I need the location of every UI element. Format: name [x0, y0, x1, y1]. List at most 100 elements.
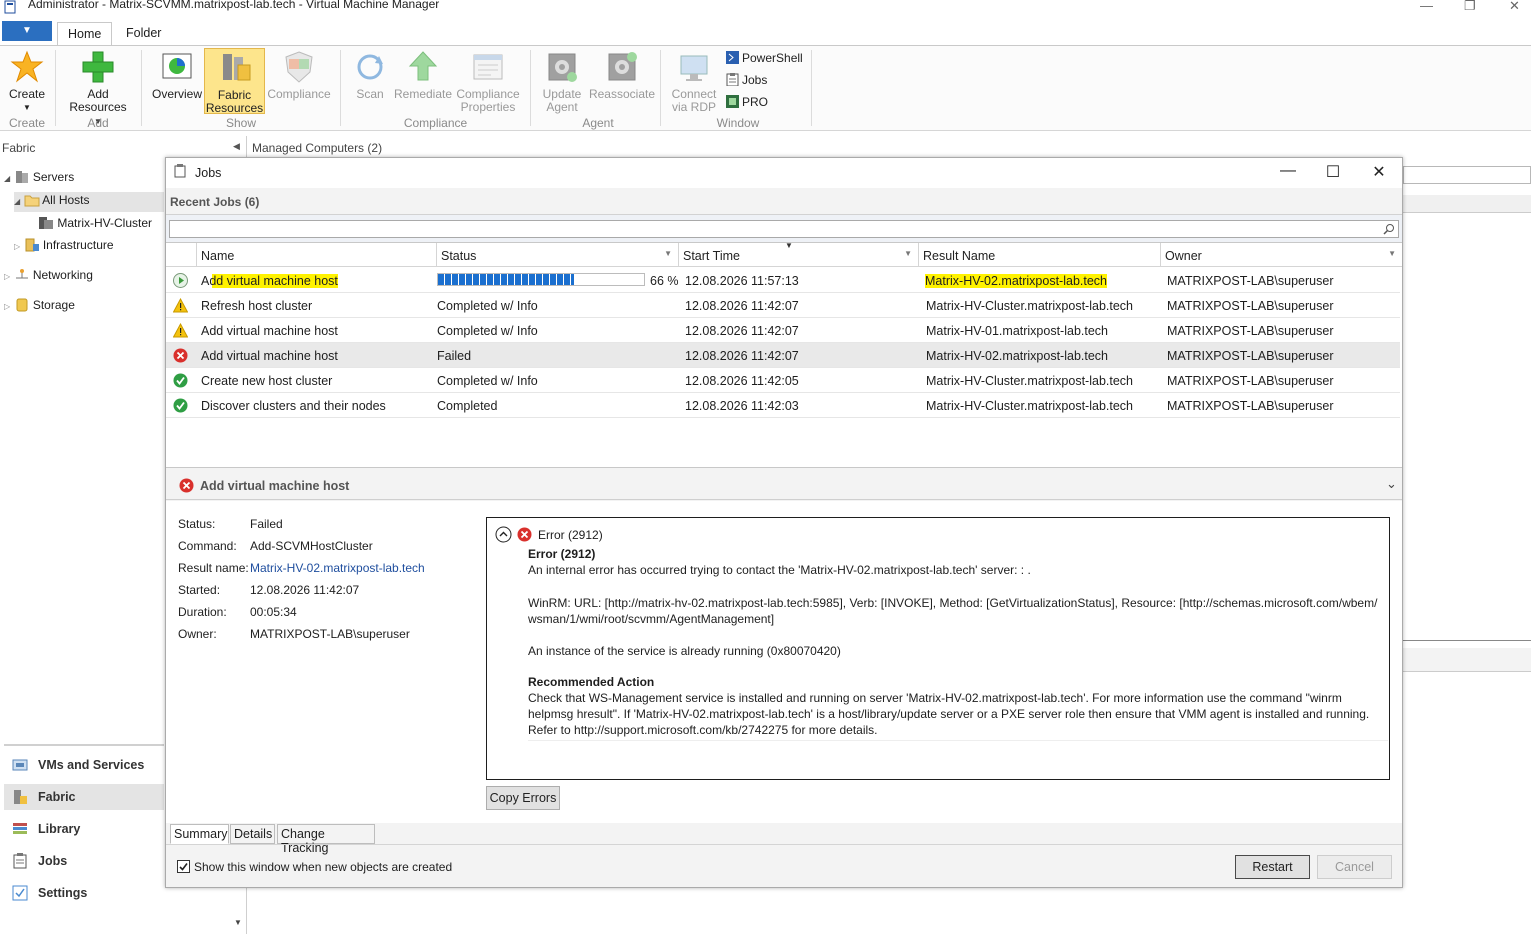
- update-agent-button[interactable]: Update Agent: [540, 50, 584, 114]
- folder-icon: [24, 195, 39, 207]
- detail-header[interactable]: Add virtual machine host ⌄: [166, 470, 1402, 500]
- tree-collapse-icon[interactable]: ▷: [4, 272, 10, 281]
- remediate-button[interactable]: Remediate: [394, 50, 452, 101]
- tab-folder[interactable]: Folder: [116, 22, 171, 46]
- compliance-properties-button[interactable]: Compliance Properties: [455, 50, 521, 114]
- show-window-option[interactable]: Show this window when new objects are cr…: [177, 860, 452, 874]
- column-status-icon[interactable]: [166, 243, 197, 267]
- connect-rdp-button[interactable]: Connect via RDP: [668, 50, 720, 114]
- tree-collapse-icon[interactable]: ▷: [14, 242, 20, 251]
- nav-vms-and-services[interactable]: VMs and Services: [4, 752, 164, 778]
- copy-errors-button[interactable]: Copy Errors: [486, 786, 560, 810]
- overview-button[interactable]: Overview: [150, 50, 204, 101]
- reassociate-gear-icon: [605, 50, 639, 84]
- filter-dropdown-icon[interactable]: ▼: [1388, 249, 1396, 258]
- nav-library[interactable]: Library: [4, 816, 164, 842]
- show-window-checkbox[interactable]: [177, 860, 190, 873]
- tab-details[interactable]: Details: [230, 824, 275, 844]
- nav-label-jobs: Jobs: [38, 854, 68, 868]
- tree-item-networking[interactable]: ▷ Networking: [4, 268, 93, 282]
- column-header-start-time[interactable]: Start Time ▼ ▼: [679, 241, 919, 267]
- detail-result-link[interactable]: Matrix-HV-02.matrixpost-lab.tech: [250, 561, 425, 575]
- compliance-button[interactable]: Compliance: [266, 50, 332, 101]
- column-header-name[interactable]: Name: [197, 243, 437, 267]
- minimize-icon[interactable]: —: [1420, 0, 1433, 13]
- cell-owner: MATRIXPOST-LAB\superuser: [1167, 324, 1334, 338]
- table-row[interactable]: Add virtual machine host Failed 12.08.20…: [166, 343, 1400, 368]
- success-check-icon: [173, 373, 188, 388]
- table-row[interactable]: Create new host cluster Completed w/ Inf…: [166, 368, 1400, 393]
- nav-fabric[interactable]: Fabric: [4, 784, 164, 810]
- tree-item-cluster[interactable]: Matrix-HV-Cluster: [38, 216, 152, 230]
- tree-item-storage[interactable]: ▷ Storage: [4, 298, 75, 312]
- nav-jobs[interactable]: Jobs: [4, 848, 164, 874]
- tab-change-tracking[interactable]: Change Tracking: [277, 824, 375, 855]
- file-menu-button[interactable]: ▼: [2, 21, 52, 41]
- window-title: Administrator - Matrix-SCVMM.matrixpost-…: [28, 0, 440, 11]
- create-button[interactable]: Create ▼: [6, 50, 48, 114]
- detail-command-value: Add-SCVMHostCluster: [250, 539, 373, 553]
- table-row[interactable]: Add virtual machine host 66 % 12.08.2026…: [166, 268, 1400, 293]
- cell-result-name: Matrix-HV-Cluster.matrixpost-lab.tech: [926, 299, 1134, 313]
- tree-item-all-hosts[interactable]: ◢ All Hosts: [14, 192, 164, 212]
- table-row[interactable]: Refresh host cluster Completed w/ Info 1…: [166, 293, 1400, 318]
- main-grid-header: [1403, 195, 1531, 213]
- pane-header: Fabric ◀: [0, 136, 246, 158]
- cell-name: Add virtual machine host: [201, 324, 338, 338]
- fabric-resources-button[interactable]: Fabric Resources: [204, 48, 265, 115]
- jobs-clipboard-icon: [13, 853, 27, 869]
- powershell-button[interactable]: PowerShell: [726, 51, 803, 65]
- jobs-button[interactable]: Jobs: [726, 73, 767, 87]
- group-window-label: Window: [716, 116, 760, 130]
- overview-icon: [160, 50, 194, 84]
- tree-expand-icon[interactable]: ◢: [14, 197, 20, 206]
- group-add-label: Add: [87, 116, 109, 130]
- detail-duration-value: 00:05:34: [250, 605, 297, 619]
- cell-result-name: Matrix-HV-02.matrixpost-lab.tech: [925, 274, 1108, 288]
- main-search-input[interactable]: [1403, 166, 1531, 184]
- collapse-pane-icon[interactable]: ◀: [233, 141, 240, 152]
- agent-gear-icon: [545, 50, 579, 84]
- table-row[interactable]: Add virtual machine host Completed w/ In…: [166, 318, 1400, 343]
- properties-icon: [471, 50, 505, 84]
- chevron-down-icon[interactable]: ⌄: [1386, 476, 1397, 492]
- nav-label-library: Library: [38, 822, 81, 836]
- tab-home[interactable]: Home: [57, 22, 113, 46]
- jobs-close-icon[interactable]: ✕: [1364, 162, 1394, 182]
- close-icon[interactable]: ✕: [1509, 0, 1520, 14]
- column-header-owner[interactable]: Owner ▼: [1161, 243, 1402, 267]
- tree-label-storage: Storage: [32, 298, 75, 312]
- column-header-status[interactable]: Status ▼: [437, 243, 679, 267]
- arrow-up-icon: [406, 50, 440, 84]
- nav-overflow-icon[interactable]: ▼: [234, 918, 242, 927]
- jobs-search-input[interactable]: [169, 220, 1399, 238]
- tree-expand-icon[interactable]: ◢: [4, 174, 10, 183]
- tree-collapse-icon[interactable]: ▷: [4, 302, 10, 311]
- cell-status: Completed w/ Info: [437, 374, 538, 388]
- tree-item-servers[interactable]: ◢ Servers: [4, 170, 74, 184]
- error-icon: [179, 478, 194, 493]
- tree-item-infrastructure[interactable]: ▷ Infrastructure: [14, 238, 114, 252]
- cell-result-name: Matrix-HV-Cluster.matrixpost-lab.tech: [926, 399, 1134, 413]
- group-create-label: Create: [8, 116, 46, 130]
- jobs-maximize-icon[interactable]: ☐: [1318, 162, 1348, 182]
- jobs-minimize-icon[interactable]: —: [1273, 162, 1303, 180]
- collapse-up-icon[interactable]: [495, 526, 512, 543]
- table-row[interactable]: Discover clusters and their nodes Comple…: [166, 393, 1400, 418]
- cancel-button[interactable]: Cancel: [1317, 855, 1392, 879]
- error-icon: [517, 527, 532, 542]
- reassociate-button[interactable]: Reassociate: [588, 50, 656, 101]
- restart-button[interactable]: Restart: [1235, 855, 1310, 879]
- tab-summary[interactable]: Summary: [170, 824, 229, 844]
- restore-icon[interactable]: ❐: [1464, 0, 1476, 14]
- scan-button[interactable]: Scan: [350, 50, 390, 101]
- cell-owner: MATRIXPOST-LAB\superuser: [1167, 274, 1334, 288]
- pro-button[interactable]: PRO: [726, 95, 768, 109]
- column-header-result-name[interactable]: Result Name: [919, 243, 1161, 267]
- jobs-label: Jobs: [742, 73, 768, 87]
- filter-dropdown-icon[interactable]: ▼: [904, 249, 912, 258]
- detail-started: Started: 12.08.2026 11:42:07: [178, 583, 359, 597]
- nav-settings[interactable]: Settings: [4, 880, 164, 906]
- filter-dropdown-icon[interactable]: ▼: [664, 249, 672, 258]
- tree-label-all-hosts: All Hosts: [42, 193, 90, 207]
